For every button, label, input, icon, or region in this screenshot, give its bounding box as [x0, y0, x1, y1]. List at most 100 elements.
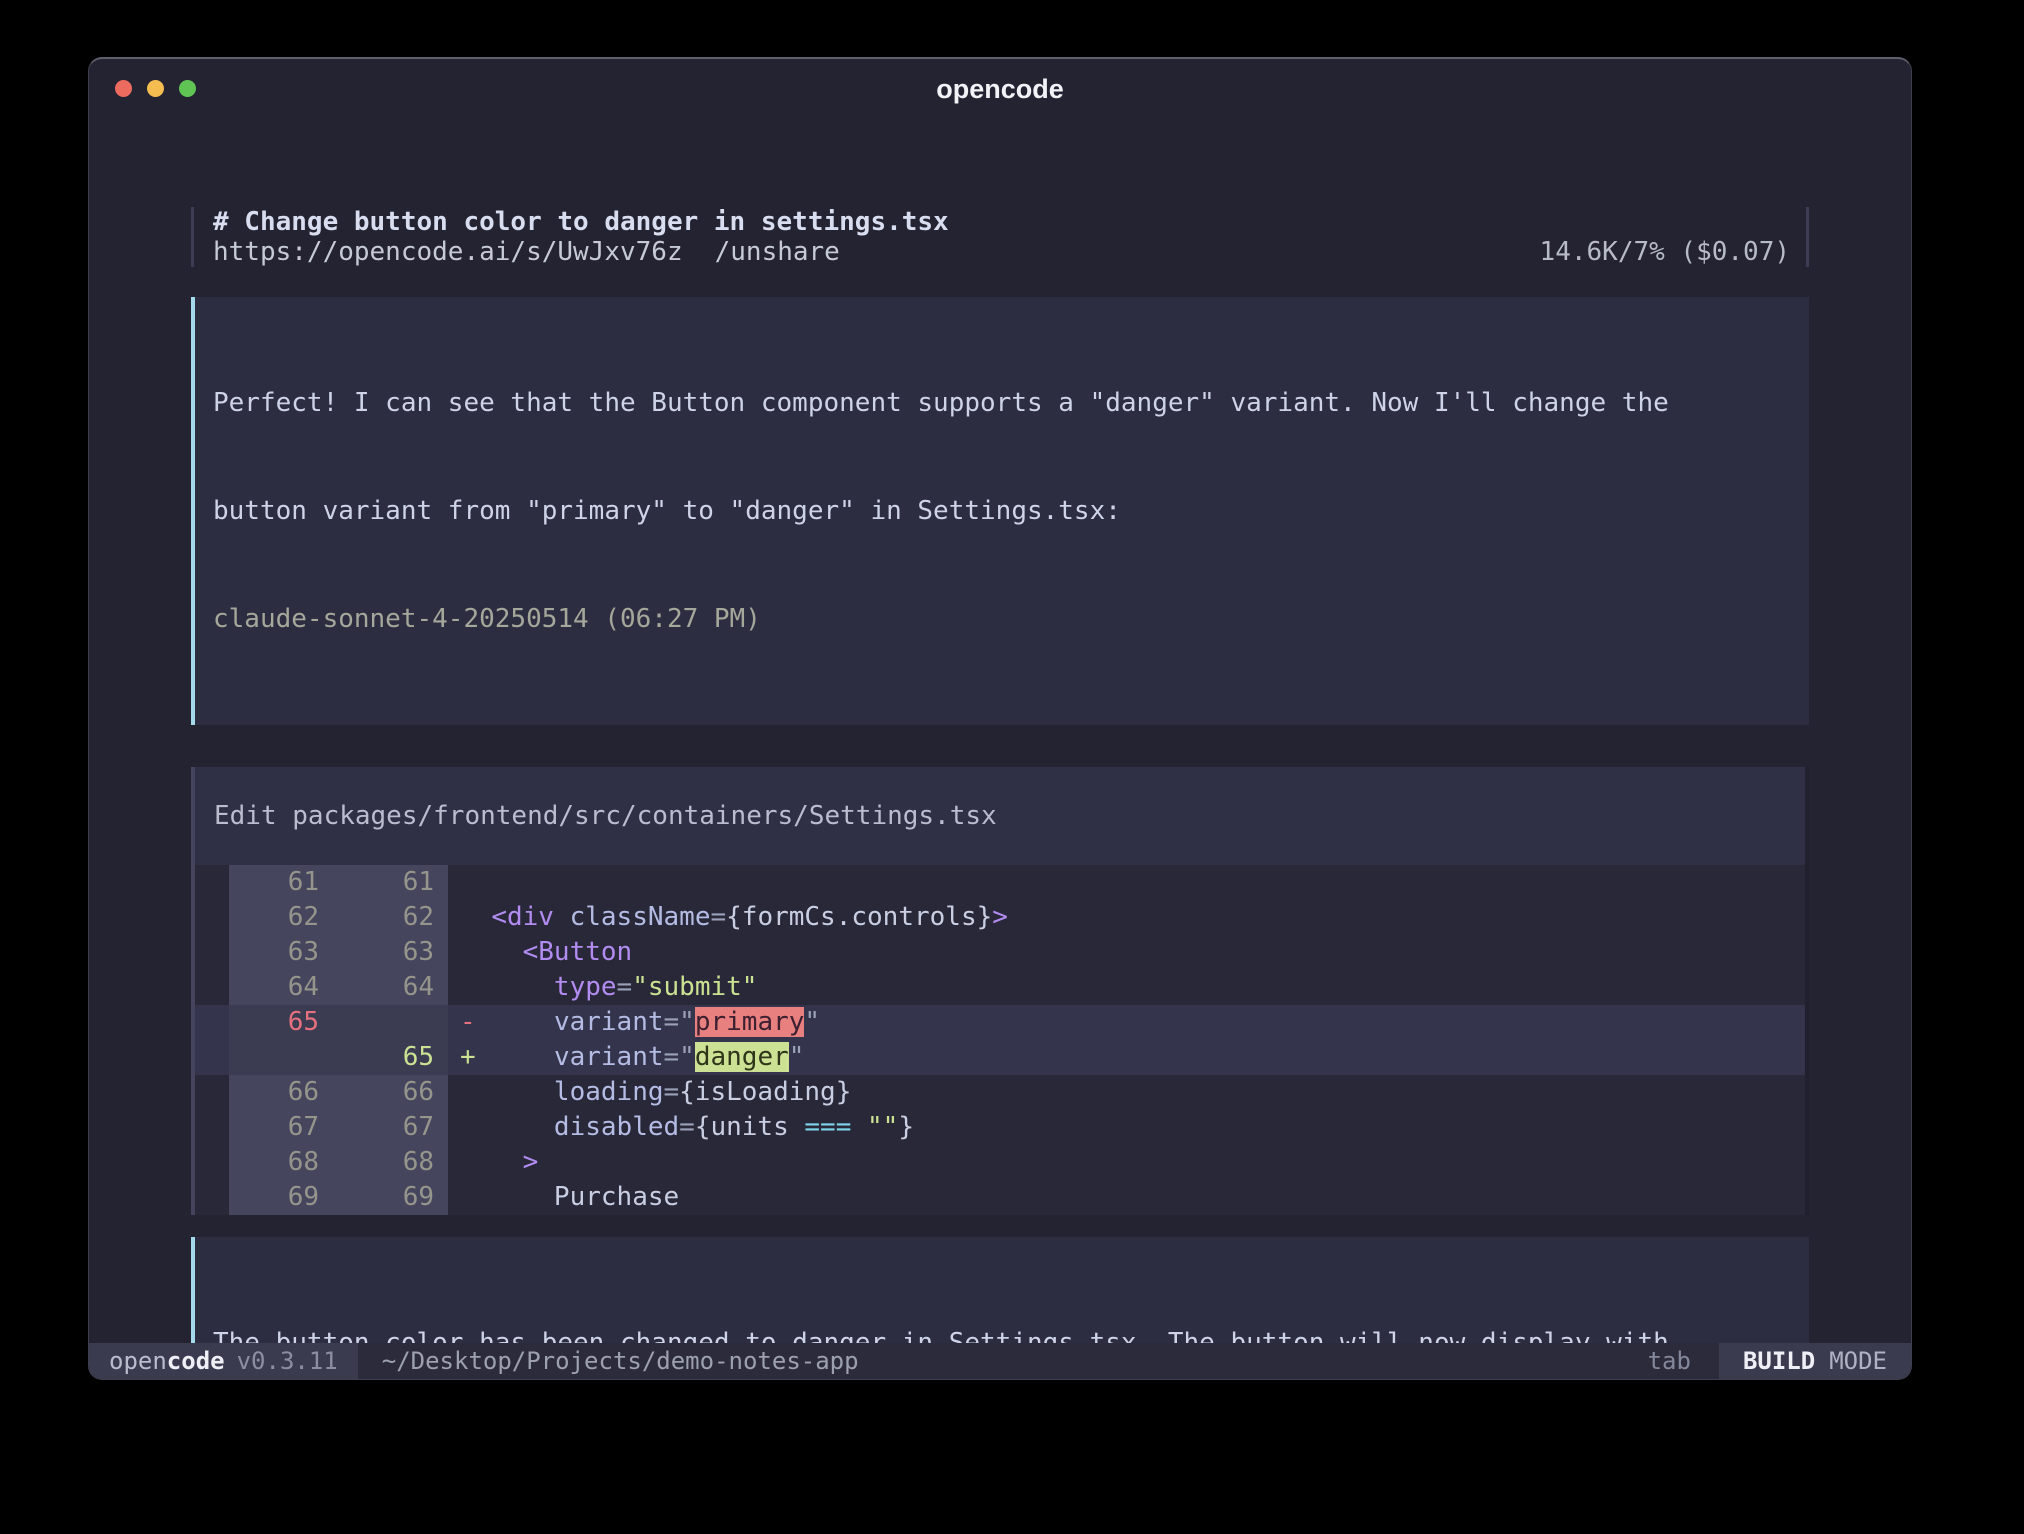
diff-old-line-number	[229, 1040, 334, 1075]
build-mode-badge[interactable]: BUILDMODE	[1719, 1343, 1911, 1379]
diff-row: 6666 loading={isLoading}	[195, 1075, 1805, 1110]
code-token	[851, 1112, 867, 1142]
diff-gutter-strip	[195, 1005, 229, 1040]
app-version-chip: opencodev0.3.11	[89, 1343, 358, 1379]
code-token	[460, 1147, 523, 1177]
code-token	[460, 972, 554, 1002]
diff-new-line-number: 61	[334, 865, 448, 900]
unshare-command[interactable]: /unshare	[715, 237, 840, 267]
status-bar: opencodev0.3.11 ~/Desktop/Projects/demo-…	[89, 1343, 1911, 1379]
code-token: "	[804, 1007, 820, 1037]
diff-old-line-number: 62	[229, 900, 334, 935]
diff-gutter-strip	[195, 1110, 229, 1145]
window-title: opencode	[89, 59, 1911, 115]
cwd-path: ~/Desktop/Projects/demo-notes-app	[382, 1343, 859, 1379]
message-line: Perfect! I can see that the Button compo…	[213, 385, 1791, 421]
edit-tool-card: Edit packages/frontend/src/containers/Se…	[191, 767, 1809, 1215]
code-token: ="	[664, 1007, 695, 1037]
diff-code-line: type="submit"	[448, 970, 1805, 1005]
code-token: variant	[554, 1007, 664, 1037]
code-token: -	[460, 1007, 476, 1037]
diff-code-line: <Button	[448, 935, 1805, 970]
code-token: >	[992, 902, 1008, 932]
message-meta: claude-sonnet-4-20250514 (06:27 PM)	[213, 601, 1791, 637]
diff-old-line-number: 61	[229, 865, 334, 900]
code-token: +	[460, 1042, 476, 1072]
diff-gutter-strip	[195, 1040, 229, 1075]
code-token: ="	[664, 1042, 695, 1072]
diff-rows: 61616262 <div className={formCs.controls…	[195, 865, 1805, 1215]
diff-gutter-strip	[195, 865, 229, 900]
code-token	[476, 1042, 554, 1072]
edit-tool-title: Edit packages/frontend/src/containers/Se…	[195, 767, 1805, 865]
code-token	[554, 902, 570, 932]
code-token: "submit"	[632, 972, 757, 1002]
diff-gutter-strip	[195, 1075, 229, 1110]
diff-new-line-number: 67	[334, 1110, 448, 1145]
code-token: {isLoading}	[679, 1077, 851, 1107]
diff-new-line-number: 64	[334, 970, 448, 1005]
diff-code-line	[448, 865, 1805, 900]
code-token	[460, 937, 523, 967]
diff-new-line-number	[334, 1005, 448, 1040]
window-titlebar[interactable]: opencode	[89, 59, 1911, 115]
code-token: disabled	[554, 1112, 679, 1142]
diff-old-line-number: 66	[229, 1075, 334, 1110]
code-token: primary	[695, 1007, 805, 1037]
code-token: {formCs.controls}	[726, 902, 992, 932]
code-token	[460, 1182, 554, 1212]
session-header: # Change button color to danger in setti…	[191, 207, 1809, 267]
code-token: loading	[554, 1077, 664, 1107]
code-token	[476, 1007, 554, 1037]
diff-old-line-number: 64	[229, 970, 334, 1005]
diff-code-line: <div className={formCs.controls}>	[448, 900, 1805, 935]
diff-old-line-number: 63	[229, 935, 334, 970]
diff-code-line: loading={isLoading}	[448, 1075, 1805, 1110]
diff-code-line: >	[448, 1145, 1805, 1180]
diff-old-line-number: 65	[229, 1005, 334, 1040]
diff-new-line-number: 66	[334, 1075, 448, 1110]
diff-row: 6363 <Button	[195, 935, 1805, 970]
code-token	[460, 1077, 554, 1107]
diff-gutter-strip	[195, 900, 229, 935]
close-window-button[interactable]	[115, 80, 132, 97]
code-token: >	[523, 1147, 539, 1177]
diff-old-line-number: 69	[229, 1180, 334, 1215]
code-token: {units	[695, 1112, 805, 1142]
diff-gutter-strip	[195, 1180, 229, 1215]
code-token: variant	[554, 1042, 664, 1072]
diff-new-line-number: 69	[334, 1180, 448, 1215]
diff-old-line-number: 68	[229, 1145, 334, 1180]
diff-row: 65+ variant="danger"	[195, 1040, 1805, 1075]
minimize-window-button[interactable]	[147, 80, 164, 97]
diff-row: 6969 Purchase	[195, 1180, 1805, 1215]
opencode-terminal-window: opencode # Change button color to danger…	[88, 57, 1912, 1380]
app-version: v0.3.11	[237, 1347, 338, 1375]
code-token: <Button	[523, 937, 633, 967]
diff-row: 65 - variant="primary"	[195, 1005, 1805, 1040]
diff-code-line: Purchase	[448, 1180, 1805, 1215]
diff-row: 6868 >	[195, 1145, 1805, 1180]
diff-code-line: + variant="danger"	[448, 1040, 1805, 1075]
app-name: open	[109, 1347, 167, 1375]
code-token: =	[679, 1112, 695, 1142]
code-token: ""	[867, 1112, 898, 1142]
code-token: Purchase	[554, 1182, 679, 1212]
diff-new-line-number: 62	[334, 900, 448, 935]
diff-new-line-number: 63	[334, 935, 448, 970]
terminal-content: # Change button color to danger in setti…	[89, 115, 1911, 1325]
diff-code-line: - variant="primary"	[448, 1005, 1805, 1040]
zoom-window-button[interactable]	[179, 80, 196, 97]
code-token: <div	[491, 902, 554, 932]
traffic-lights	[115, 80, 196, 97]
share-url-link[interactable]: https://opencode.ai/s/UwJxv76z	[213, 237, 683, 267]
code-token	[460, 902, 491, 932]
diff-code-line: disabled={units === ""}	[448, 1110, 1805, 1145]
diff-row: 6262 <div className={formCs.controls}>	[195, 900, 1805, 935]
diff-gutter-strip	[195, 970, 229, 1005]
tab-key-hint[interactable]: tab	[1648, 1343, 1691, 1379]
token-usage: 14.6K/7% ($0.07)	[1540, 237, 1790, 267]
code-token: className	[570, 902, 711, 932]
diff-new-line-number: 65	[334, 1040, 448, 1075]
diff-row: 6767 disabled={units === ""}	[195, 1110, 1805, 1145]
